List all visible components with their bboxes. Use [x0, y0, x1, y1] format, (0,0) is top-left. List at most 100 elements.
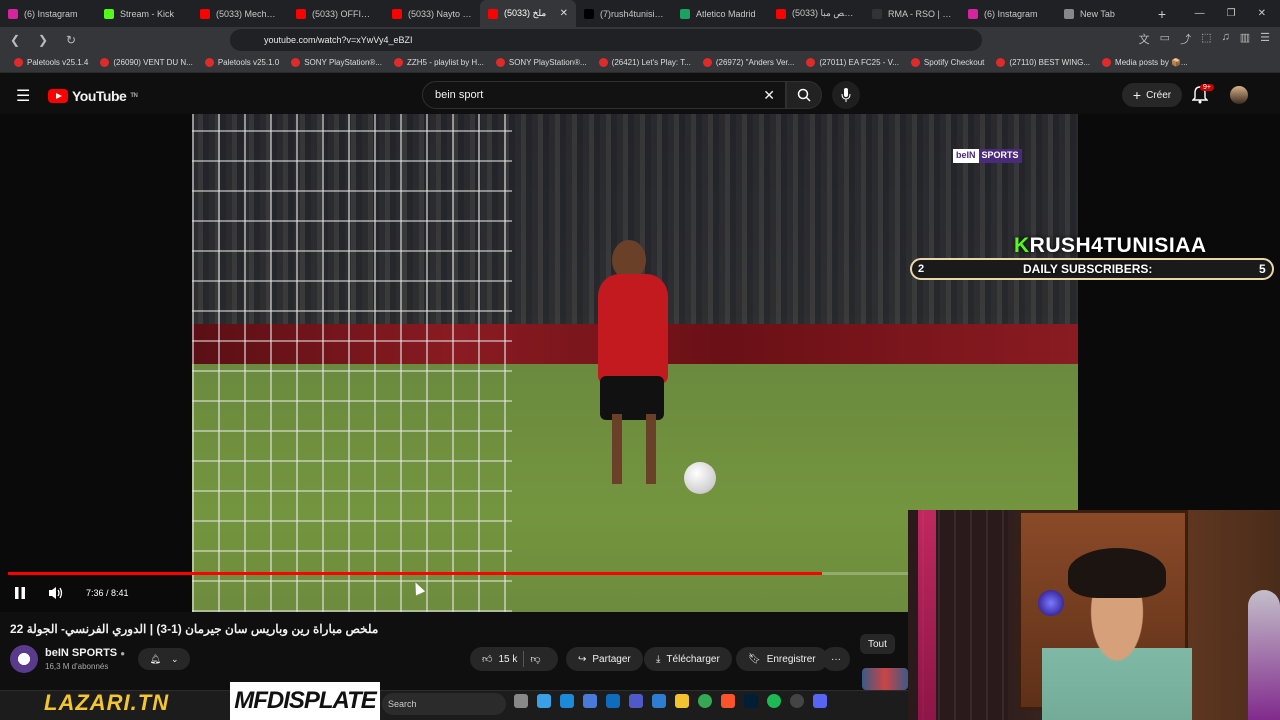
- bookmark-item[interactable]: (26421) Let's Play: T...: [593, 58, 697, 67]
- share-icon[interactable]: ⤴: [1180, 31, 1191, 47]
- copilot-icon[interactable]: [537, 694, 551, 708]
- address-bar[interactable]: youtube.com/watch?v=xYwVy4_eBZI: [230, 29, 982, 51]
- browser-tab[interactable]: (6) Instagram: [0, 0, 96, 27]
- tab-title: New Tab: [1080, 8, 1115, 19]
- edge-icon[interactable]: [560, 694, 574, 708]
- file-explorer-icon[interactable]: [675, 694, 689, 708]
- voice-search-button[interactable]: [832, 81, 860, 109]
- reload-icon[interactable]: ↻: [64, 33, 78, 47]
- browser-tab[interactable]: New Tab: [1056, 0, 1152, 27]
- bookmark-item[interactable]: (27011) EA FC25 - V...: [800, 58, 905, 67]
- like-count: 15 k: [498, 653, 518, 665]
- new-tab-button[interactable]: +: [1152, 6, 1172, 22]
- extensions-icon[interactable]: ⬚: [1201, 31, 1211, 47]
- browser-tab[interactable]: (5033) Mechatni: [192, 0, 288, 27]
- subscribed-bell-button[interactable]: 🔔︎ ⌄: [138, 648, 190, 670]
- photoshop-icon[interactable]: [744, 694, 758, 708]
- forward-icon[interactable]: ❯: [36, 33, 50, 47]
- bookmark-label: (26972) "Anders Ver...: [715, 58, 795, 67]
- user-avatar[interactable]: [1230, 86, 1248, 104]
- maximize-icon[interactable]: ❐: [1227, 8, 1236, 19]
- tab-favicon-icon: [8, 8, 18, 19]
- volume-button[interactable]: [48, 586, 64, 605]
- task-view-icon[interactable]: [514, 694, 528, 708]
- settings-icon[interactable]: [790, 694, 804, 708]
- plus-icon: +: [1132, 87, 1142, 103]
- youtube-logo[interactable]: YouTube TN: [48, 88, 138, 104]
- back-icon[interactable]: ❮: [8, 33, 22, 47]
- bookmark-label: (26421) Let's Play: T...: [611, 58, 691, 67]
- translate-icon[interactable]: 文: [1139, 31, 1150, 47]
- bookmark-item[interactable]: SONY PlayStation®...: [285, 58, 388, 67]
- channel-name[interactable]: beIN SPORTS ●: [45, 647, 125, 659]
- bookmark-item[interactable]: Paletools v25.1.0: [199, 58, 285, 67]
- filter-chip-all[interactable]: Tout: [860, 634, 895, 654]
- discord-icon[interactable]: [813, 694, 827, 708]
- browser-tab[interactable]: (5033) ملخ ✕: [480, 0, 576, 27]
- bookmark-item[interactable]: Spotify Checkout: [905, 58, 990, 67]
- create-label: Créer: [1146, 89, 1172, 101]
- browser-tab[interactable]: (5033) OFFICIAL: [288, 0, 384, 27]
- outlook-icon[interactable]: [606, 694, 620, 708]
- webcam-microphone: [1248, 590, 1280, 720]
- browser-tab[interactable]: Stream - Kick: [96, 0, 192, 27]
- more-actions-button[interactable]: ···: [822, 647, 850, 671]
- bell-icon: 🔔︎: [149, 653, 161, 664]
- teams-icon[interactable]: [629, 694, 643, 708]
- close-window-icon[interactable]: ✕: [1258, 8, 1266, 19]
- download-button[interactable]: ⤓ Télécharger: [644, 647, 732, 671]
- browser-tab[interactable]: (6) Instagram: [960, 0, 1056, 27]
- video-progress-bar[interactable]: [8, 572, 908, 575]
- clear-search-icon[interactable]: ✕: [763, 87, 775, 104]
- save-button[interactable]: 🔖︎ Enregistrer: [736, 647, 828, 671]
- bein-logo-part1: beIN: [953, 149, 979, 163]
- browser-tab[interactable]: ملخص مبا (5033): [768, 0, 864, 27]
- dislike-button[interactable]: 👎︎: [530, 653, 540, 665]
- menu-icon[interactable]: ☰: [1260, 31, 1270, 47]
- browser-tab[interactable]: Atletico Madrid: [672, 0, 768, 27]
- tab-favicon-icon: [680, 8, 690, 19]
- bookmark-favicon-icon: [393, 58, 403, 67]
- more-icon: ···: [831, 653, 841, 665]
- bookmark-item[interactable]: SONY PlayStation®...: [490, 58, 593, 67]
- create-button[interactable]: + Créer: [1122, 83, 1182, 107]
- bookmark-favicon-icon: [598, 58, 608, 67]
- bookmark-item[interactable]: Paletools v25.1.4: [8, 58, 94, 67]
- share-button[interactable]: ↪ Partager: [566, 647, 643, 671]
- minimize-icon[interactable]: —: [1195, 8, 1205, 19]
- share-label: Partager: [592, 653, 631, 665]
- browser-tab[interactable]: (7)rush4tunisiaa: [576, 0, 672, 27]
- channel-avatar[interactable]: [10, 645, 38, 673]
- calculator-icon[interactable]: [652, 694, 666, 708]
- close-tab-icon[interactable]: ✕: [560, 8, 568, 19]
- bookmark-item[interactable]: (26972) "Anders Ver...: [697, 58, 800, 67]
- bookmark-favicon-icon: [100, 58, 110, 67]
- search-input[interactable]: bein sport ✕: [422, 81, 786, 109]
- pause-button[interactable]: [14, 586, 26, 604]
- bookmark-item[interactable]: (27110) BEST WING...: [990, 58, 1096, 67]
- browser-tab[interactable]: (5033) Nayto - B: [384, 0, 480, 27]
- tab-title: (6) Instagram: [984, 8, 1038, 19]
- bookmark-item[interactable]: (26090) VENT DU N...: [94, 58, 198, 67]
- bookmark-label: SONY PlayStation®...: [304, 58, 382, 67]
- spotify-icon[interactable]: [767, 694, 781, 708]
- cast-icon[interactable]: ▭: [1160, 31, 1170, 47]
- sidebar-icon[interactable]: ▥: [1240, 31, 1250, 47]
- streamer-name: RUSH4TUNISIAA: [1029, 234, 1207, 257]
- volume-icon: [49, 587, 63, 599]
- taskbar-search[interactable]: Search: [382, 693, 506, 715]
- browser-tab[interactable]: RMA - RSO | Real: [864, 0, 960, 27]
- tab-favicon-icon: [104, 8, 114, 19]
- like-button[interactable]: 👍︎ 15 k: [482, 653, 518, 666]
- streamer-overlay-title: KRUSH4TUNISIAA: [1014, 234, 1207, 258]
- recommended-thumbnail[interactable]: [862, 668, 908, 690]
- hamburger-menu-icon[interactable]: ☰: [16, 86, 30, 106]
- chrome-icon[interactable]: [698, 694, 712, 708]
- media-icon[interactable]: ♫: [1221, 31, 1229, 47]
- bookmark-item[interactable]: ZZH5 - playlist by H...: [388, 58, 490, 67]
- brave-icon[interactable]: [721, 694, 735, 708]
- search-button[interactable]: [786, 81, 822, 109]
- bookmark-item[interactable]: Media posts by 📦...: [1096, 58, 1194, 67]
- tab-favicon-icon: [296, 8, 306, 19]
- store-icon[interactable]: [583, 694, 597, 708]
